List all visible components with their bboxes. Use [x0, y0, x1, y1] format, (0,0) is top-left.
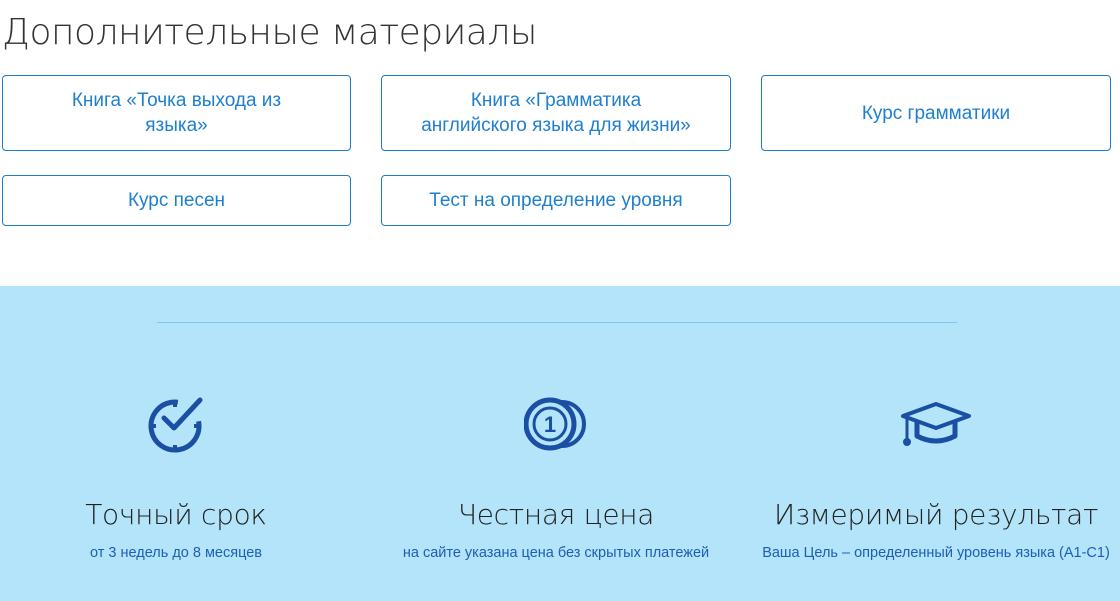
- book-exit-point-label: Книга «Точка выхода из языка»: [71, 90, 282, 136]
- graduation-cap-icon: [901, 402, 971, 446]
- features-band: Точный срок от 3 недель до 8 месяцев 1 Ч…: [0, 286, 1120, 601]
- coin-icon: 1: [524, 397, 586, 451]
- clock-check-icon: [148, 397, 203, 453]
- book-grammar-label: Книга «Грамматика английского языка для …: [421, 90, 691, 136]
- feature-measurable-result: Измеримый результат Ваша Цель – определе…: [746, 394, 1120, 561]
- level-test-button[interactable]: Тест на определение уровня: [381, 175, 731, 226]
- feature-subtitle: от 3 недель до 8 месяцев: [89, 545, 263, 561]
- feature-title: Точный срок: [85, 498, 267, 531]
- svg-text:1: 1: [544, 412, 556, 437]
- section-title: Дополнительные материалы: [2, 12, 537, 53]
- songs-course-button[interactable]: Курс песен: [2, 175, 351, 226]
- feature-title: Измеримый результат: [773, 498, 1099, 531]
- feature-title: Честная цена: [457, 498, 655, 531]
- feature-subtitle: на сайте указана цена без скрытых платеж…: [402, 545, 710, 561]
- songs-course-label: Курс песен: [127, 190, 226, 211]
- book-exit-point-button[interactable]: Книга «Точка выхода из языка»: [2, 75, 351, 151]
- level-test-label: Тест на определение уровня: [429, 190, 683, 211]
- feature-exact-term: Точный срок от 3 недель до 8 месяцев: [0, 394, 366, 561]
- feature-fair-price: 1 Честная цена на сайте указана цена без…: [366, 394, 746, 561]
- grammar-course-label: Курс грамматики: [861, 102, 1011, 124]
- book-grammar-button[interactable]: Книга «Грамматика английского языка для …: [381, 75, 731, 151]
- grammar-course-button[interactable]: Курс грамматики: [761, 75, 1111, 151]
- band-divider: [157, 322, 957, 323]
- feature-subtitle: Ваша Цель – определенный уровень языка (…: [762, 545, 1110, 561]
